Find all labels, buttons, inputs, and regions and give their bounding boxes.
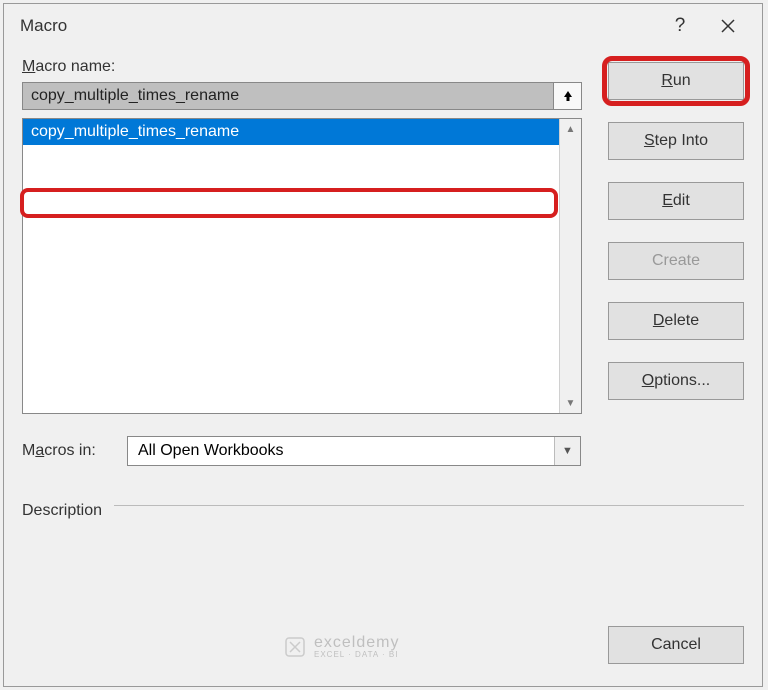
macro-list[interactable]: copy_multiple_times_rename ▲ ▼ (22, 118, 582, 414)
scroll-down-icon[interactable]: ▼ (560, 393, 581, 413)
description-label: Description (22, 502, 102, 520)
watermark-icon (284, 636, 306, 658)
dialog-content: Macro name: copy_multiple_times_rename ▲… (4, 48, 762, 520)
close-icon (720, 18, 736, 34)
macros-in-combo[interactable]: All Open Workbooks ▼ (127, 436, 581, 466)
close-button[interactable] (704, 6, 752, 46)
macros-in-row: Macros in: All Open Workbooks ▼ (22, 436, 744, 466)
watermark: exceldemy EXCEL · DATA · BI (284, 634, 399, 660)
cancel-button[interactable]: Cancel (608, 626, 744, 664)
watermark-sub: EXCEL · DATA · BI (314, 651, 399, 660)
macro-dialog: Macro ? Run Step Into Edit Create Delete… (3, 3, 763, 687)
arrow-up-icon (561, 89, 575, 103)
scroll-up-icon[interactable]: ▲ (560, 119, 581, 139)
macro-name-label: Macro name: (22, 58, 744, 76)
macros-in-label: Macros in: (22, 442, 107, 460)
macro-list-body: copy_multiple_times_rename (23, 119, 559, 413)
dialog-title: Macro (20, 16, 656, 36)
chevron-down-icon: ▼ (554, 437, 580, 465)
collapse-dialog-button[interactable] (554, 82, 582, 110)
macro-name-input[interactable] (22, 82, 554, 110)
macros-in-value: All Open Workbooks (138, 442, 554, 460)
list-item-label: copy_multiple_times_rename (31, 123, 239, 141)
list-item[interactable]: copy_multiple_times_rename (23, 119, 559, 145)
description-divider (114, 505, 744, 506)
titlebar: Macro ? (4, 4, 762, 48)
scrollbar[interactable]: ▲ ▼ (559, 119, 581, 413)
help-button[interactable]: ? (656, 6, 704, 46)
watermark-main: exceldemy (314, 634, 399, 652)
macro-name-row (22, 82, 582, 110)
